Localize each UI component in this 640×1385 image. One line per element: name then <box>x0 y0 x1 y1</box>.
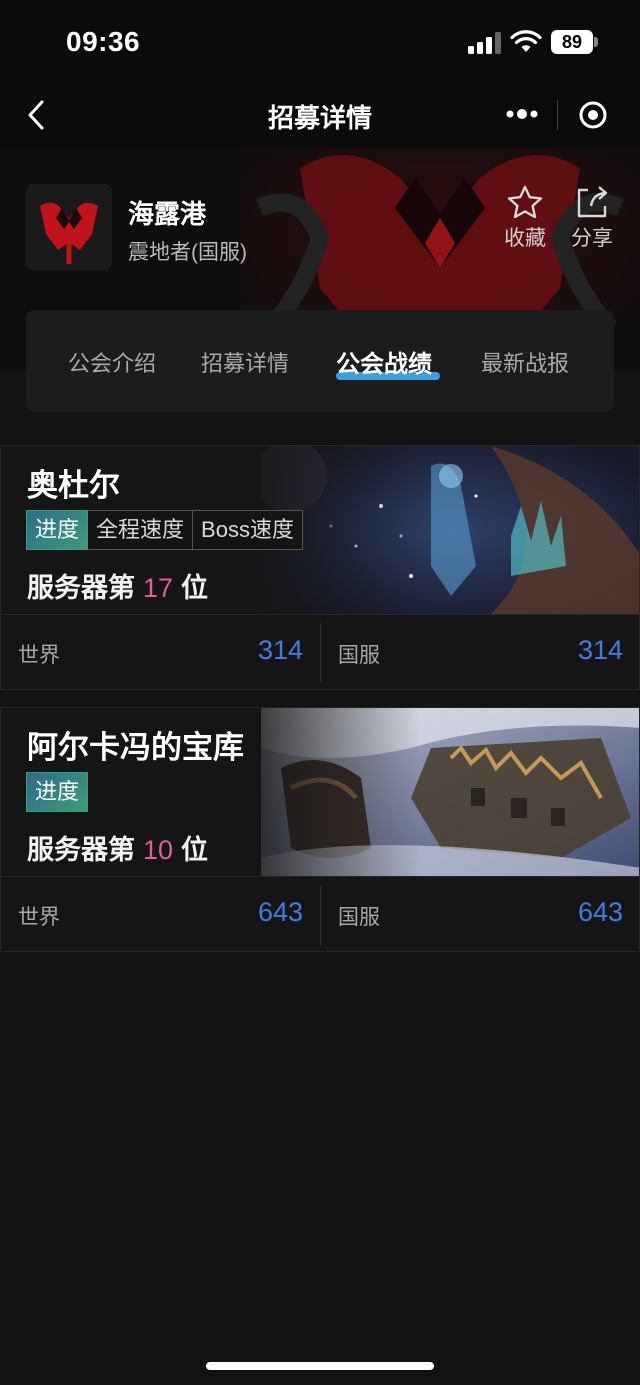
cn-rank-value: 643 <box>577 897 623 927</box>
capsule-divider <box>557 100 558 130</box>
raid-rank-stats: 世界 643 国服 643 <box>1 876 639 951</box>
favorite-label: 收藏 <box>504 227 546 250</box>
tag-full-speed[interactable]: 全程速度 <box>88 510 194 550</box>
tab-guild-intro[interactable]: 公会介绍 <box>68 346 156 378</box>
world-rank-value: 314 <box>257 635 303 665</box>
rank-number: 10 <box>143 835 174 865</box>
world-rank-value: 643 <box>257 897 303 927</box>
raid-card[interactable]: 奥杜尔 进度 全程速度 Boss速度 服务器第 17 位 世界 314 国服 314 <box>0 445 640 690</box>
status-time: 09:36 <box>66 26 141 57</box>
tag-progress[interactable]: 进度 <box>26 772 89 812</box>
server-rank: 服务器第 10 位 <box>27 828 208 867</box>
tab-guild-records[interactable]: 公会战绩 <box>336 344 432 379</box>
battery-cap <box>594 37 598 47</box>
raid-card-header: 阿尔卡冯的宝库 进度 服务器第 10 位 <box>1 708 639 876</box>
tab-recruit-details[interactable]: 招募详情 <box>201 346 289 378</box>
cn-rank-value: 314 <box>577 635 623 665</box>
raid-name: 奥杜尔 <box>27 468 120 503</box>
rank-number: 17 <box>143 573 174 603</box>
mini-program-capsule <box>484 92 624 136</box>
rank-prefix: 服务器第 <box>27 835 135 865</box>
guild-name: 海露港 <box>128 199 207 229</box>
cellular-signal-icon <box>468 32 501 54</box>
share-icon <box>577 186 608 218</box>
nav-bar: 招募详情 <box>0 86 640 148</box>
favorite-button[interactable]: 收藏 <box>495 184 555 252</box>
status-bar: 09:36 89 <box>0 0 640 86</box>
guild-logo <box>26 184 112 270</box>
tab-latest-reports[interactable]: 最新战报 <box>481 346 569 378</box>
world-rank-label: 世界 <box>18 644 60 667</box>
raid-name: 阿尔卡冯的宝库 <box>27 730 244 765</box>
guild-tab-bar: 公会介绍 招募详情 公会战绩 最新战报 <box>26 310 614 412</box>
battery-icon: 89 <box>551 30 593 54</box>
star-icon <box>507 185 543 219</box>
horde-logo-icon <box>26 184 112 270</box>
raid-card[interactable]: 阿尔卡冯的宝库 进度 服务器第 10 位 世界 643 国服 643 <box>0 707 640 952</box>
share-button[interactable]: 分享 <box>562 184 622 252</box>
close-mini-program-icon[interactable] <box>578 100 608 130</box>
more-options-icon[interactable] <box>504 102 540 126</box>
ranking-type-tabs: 进度 全程速度 Boss速度 <box>26 510 303 550</box>
home-indicator[interactable] <box>206 1362 434 1370</box>
cn-rank-label: 国服 <box>338 906 380 929</box>
ranking-type-tabs: 进度 <box>26 772 89 812</box>
share-label: 分享 <box>571 227 613 250</box>
cn-rank-label: 国服 <box>338 644 380 667</box>
artwork-fade <box>221 708 421 876</box>
world-rank-label: 世界 <box>18 906 60 929</box>
rank-suffix: 位 <box>181 573 209 603</box>
raid-card-header: 奥杜尔 进度 全程速度 Boss速度 服务器第 17 位 <box>1 446 639 614</box>
wifi-icon <box>510 30 542 52</box>
rank-prefix: 服务器第 <box>27 573 135 603</box>
back-chevron-icon[interactable] <box>24 98 50 132</box>
raid-rank-stats: 世界 314 国服 314 <box>1 614 639 689</box>
stat-divider <box>320 885 321 945</box>
stat-divider <box>320 623 321 683</box>
guild-server: 震地者(国服) <box>128 241 247 264</box>
rank-suffix: 位 <box>181 835 209 865</box>
tag-progress[interactable]: 进度 <box>26 510 89 550</box>
tag-boss-speed[interactable]: Boss速度 <box>193 510 303 550</box>
server-rank: 服务器第 17 位 <box>27 566 208 605</box>
